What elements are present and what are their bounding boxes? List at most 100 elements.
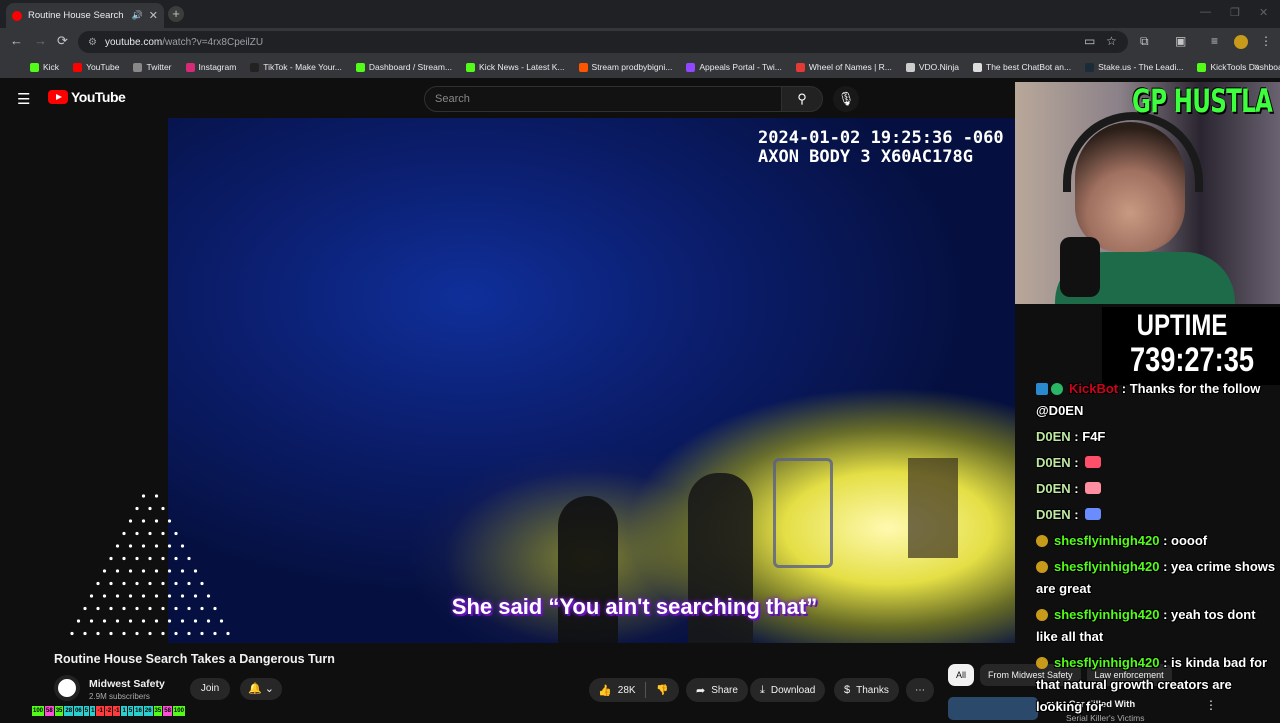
verified-badge-icon bbox=[1051, 383, 1063, 395]
more-horizontal-icon: ⋯ bbox=[915, 684, 925, 696]
maximize-icon[interactable]: ❐ bbox=[1230, 6, 1240, 19]
minimize-icon[interactable]: — bbox=[1200, 6, 1211, 18]
decoration-dot bbox=[76, 619, 81, 623]
bookmark-favicon-icon bbox=[466, 62, 476, 72]
extensions-icon[interactable]: ⧉ bbox=[1140, 34, 1149, 49]
bookmark-item[interactable]: KickTools Dashboard bbox=[1197, 62, 1280, 72]
like-dislike-bar: 👍 28K 👎 bbox=[589, 678, 679, 702]
youtube-logo[interactable]: YouTube bbox=[48, 89, 126, 105]
chat-message: shesflyinhigh420 : is kinda bad for that… bbox=[1036, 652, 1280, 718]
channel-name[interactable]: Midwest Safety bbox=[89, 678, 165, 690]
browser-tab-youtube[interactable]: Routine House Search Takes 🔊 ✕ bbox=[6, 3, 164, 28]
decoration-dot bbox=[167, 619, 172, 623]
video-figure-silhouette bbox=[558, 496, 618, 643]
cast-icon[interactable]: ▭ bbox=[1084, 34, 1095, 48]
bookmark-item[interactable]: Wheel of Names | R... bbox=[795, 62, 892, 72]
uptime-value: 739:27:35 bbox=[1129, 341, 1254, 379]
stat-badge: 1 bbox=[121, 706, 127, 716]
bookmark-item[interactable]: Twitter bbox=[133, 62, 172, 72]
dislike-button[interactable]: 👎 bbox=[646, 678, 679, 702]
reload-icon[interactable]: ⟳ bbox=[57, 33, 68, 49]
decoration-dot bbox=[115, 544, 120, 548]
bookmark-item[interactable]: Stake.us - The Leadi... bbox=[1085, 62, 1183, 72]
window-close-icon[interactable]: ✕ bbox=[1259, 6, 1268, 19]
search-input[interactable]: Search bbox=[424, 86, 782, 112]
bookmark-label: KickTools Dashboard bbox=[1210, 62, 1280, 72]
bookmarks-overflow-icon[interactable]: » bbox=[1254, 61, 1260, 73]
bookmark-item[interactable]: Appeals Portal - Twi... bbox=[686, 62, 782, 72]
bookmark-star-icon[interactable]: ☆ bbox=[1106, 34, 1117, 48]
more-actions-button[interactable]: ⋯ bbox=[906, 678, 934, 702]
decoration-dot bbox=[187, 631, 191, 636]
decoration-dot bbox=[135, 531, 139, 536]
subscribe-notifications-button[interactable]: 🔔 ⌄ bbox=[240, 678, 282, 700]
video-furniture bbox=[908, 458, 958, 558]
address-bar-row: ← → ⟳ ⚙ youtube.com /watch?v=4rx8CpeilZU… bbox=[0, 28, 1280, 56]
chip-all[interactable]: All bbox=[948, 664, 975, 686]
url-input[interactable]: ⚙ youtube.com /watch?v=4rx8CpeilZU bbox=[78, 31, 1128, 53]
recommended-video-thumbnail[interactable] bbox=[948, 697, 1038, 720]
stats-bar: 100 58 35 28 06 5 1 -1 -2 -1 1 5 16 26 35 58 100 bbox=[32, 706, 186, 716]
bookmark-item[interactable]: Kick bbox=[30, 62, 59, 72]
sidepanel-icon[interactable]: ▣ bbox=[1175, 34, 1186, 48]
uptime-label: UPTIME bbox=[1136, 309, 1228, 342]
bell-icon: 🔔 bbox=[248, 683, 262, 695]
bookmark-item[interactable]: Dashboard / Stream... bbox=[355, 62, 452, 72]
site-info-icon[interactable]: ⚙ bbox=[88, 37, 97, 48]
thanks-button[interactable]: $ Thanks bbox=[834, 678, 899, 702]
chat-message: D0EN : F4F bbox=[1036, 426, 1280, 448]
chat-separator: : bbox=[1159, 559, 1172, 574]
stat-badge: -1 bbox=[113, 706, 121, 716]
decoration-dot bbox=[161, 606, 165, 611]
bookmark-item[interactable]: TikTok - Make Your... bbox=[250, 62, 342, 72]
chat-separator: : bbox=[1159, 533, 1172, 548]
decoration-dot bbox=[161, 506, 165, 511]
decoration-dot bbox=[174, 606, 178, 611]
bookmark-favicon-icon bbox=[73, 62, 83, 72]
channel-avatar[interactable] bbox=[54, 675, 80, 701]
media-icon[interactable]: ≡ bbox=[1211, 34, 1218, 48]
back-icon[interactable]: ← bbox=[10, 33, 23, 48]
hamburger-menu-icon[interactable]: ☰ bbox=[17, 90, 30, 108]
chat-username: shesflyinhigh420 bbox=[1054, 533, 1160, 548]
chat-message: KickBot : Thanks for the follow @D0EN bbox=[1036, 378, 1280, 422]
bookmark-favicon-icon bbox=[686, 62, 696, 72]
bookmark-item[interactable]: YouTube bbox=[73, 62, 119, 72]
join-button[interactable]: Join bbox=[190, 678, 230, 700]
decoration-dot bbox=[154, 569, 159, 573]
speaker-icon[interactable]: 🔊 bbox=[132, 10, 143, 21]
youtube-logo-text: YouTube bbox=[71, 89, 126, 105]
forward-icon[interactable]: → bbox=[34, 33, 47, 48]
new-tab-button[interactable]: + bbox=[168, 6, 184, 22]
decoration-dot bbox=[115, 594, 120, 598]
decoration-dot bbox=[89, 594, 94, 598]
download-button[interactable]: ⤓ Download bbox=[750, 678, 826, 702]
download-label: Download bbox=[770, 684, 816, 696]
decoration-dot bbox=[213, 606, 217, 611]
share-button[interactable]: ➦ Share bbox=[686, 678, 748, 702]
decoration-dot bbox=[128, 594, 133, 598]
bookmark-item[interactable]: VDO.Ninja bbox=[905, 62, 959, 72]
decoration-dot bbox=[96, 581, 100, 586]
voice-search-button[interactable]: 🎙 bbox=[833, 86, 859, 112]
stat-badge: 100 bbox=[172, 706, 185, 716]
bookmark-item[interactable]: Stream prodbybigni... bbox=[578, 62, 672, 72]
bookmark-item[interactable]: Kick News - Latest K... bbox=[466, 62, 565, 72]
bookmarks-bar: Kick YouTube Twitter Instagram TikTok - Make… bbox=[0, 56, 1280, 78]
bookmark-favicon-icon bbox=[973, 62, 983, 72]
decoration-dot bbox=[148, 631, 152, 636]
bookmark-item[interactable]: The best ChatBot an... bbox=[973, 62, 1071, 72]
close-tab-icon[interactable]: ✕ bbox=[149, 9, 158, 22]
bookmark-favicon-icon bbox=[250, 62, 260, 72]
like-button[interactable]: 👍 28K bbox=[589, 678, 645, 702]
decoration-dot bbox=[180, 594, 185, 598]
video-caption: She said “You ain't searching that” bbox=[451, 594, 818, 619]
profile-avatar[interactable] bbox=[1234, 35, 1248, 49]
search-button[interactable]: ⚲ bbox=[781, 86, 823, 112]
bookmark-item[interactable]: Instagram bbox=[185, 62, 236, 72]
stat-badge: 5 bbox=[83, 706, 90, 716]
menu-kebab-icon[interactable]: ⋮ bbox=[1260, 34, 1272, 48]
decoration-dot bbox=[122, 631, 126, 636]
video-player[interactable] bbox=[168, 118, 1015, 643]
chat-username: D0EN bbox=[1036, 429, 1071, 444]
